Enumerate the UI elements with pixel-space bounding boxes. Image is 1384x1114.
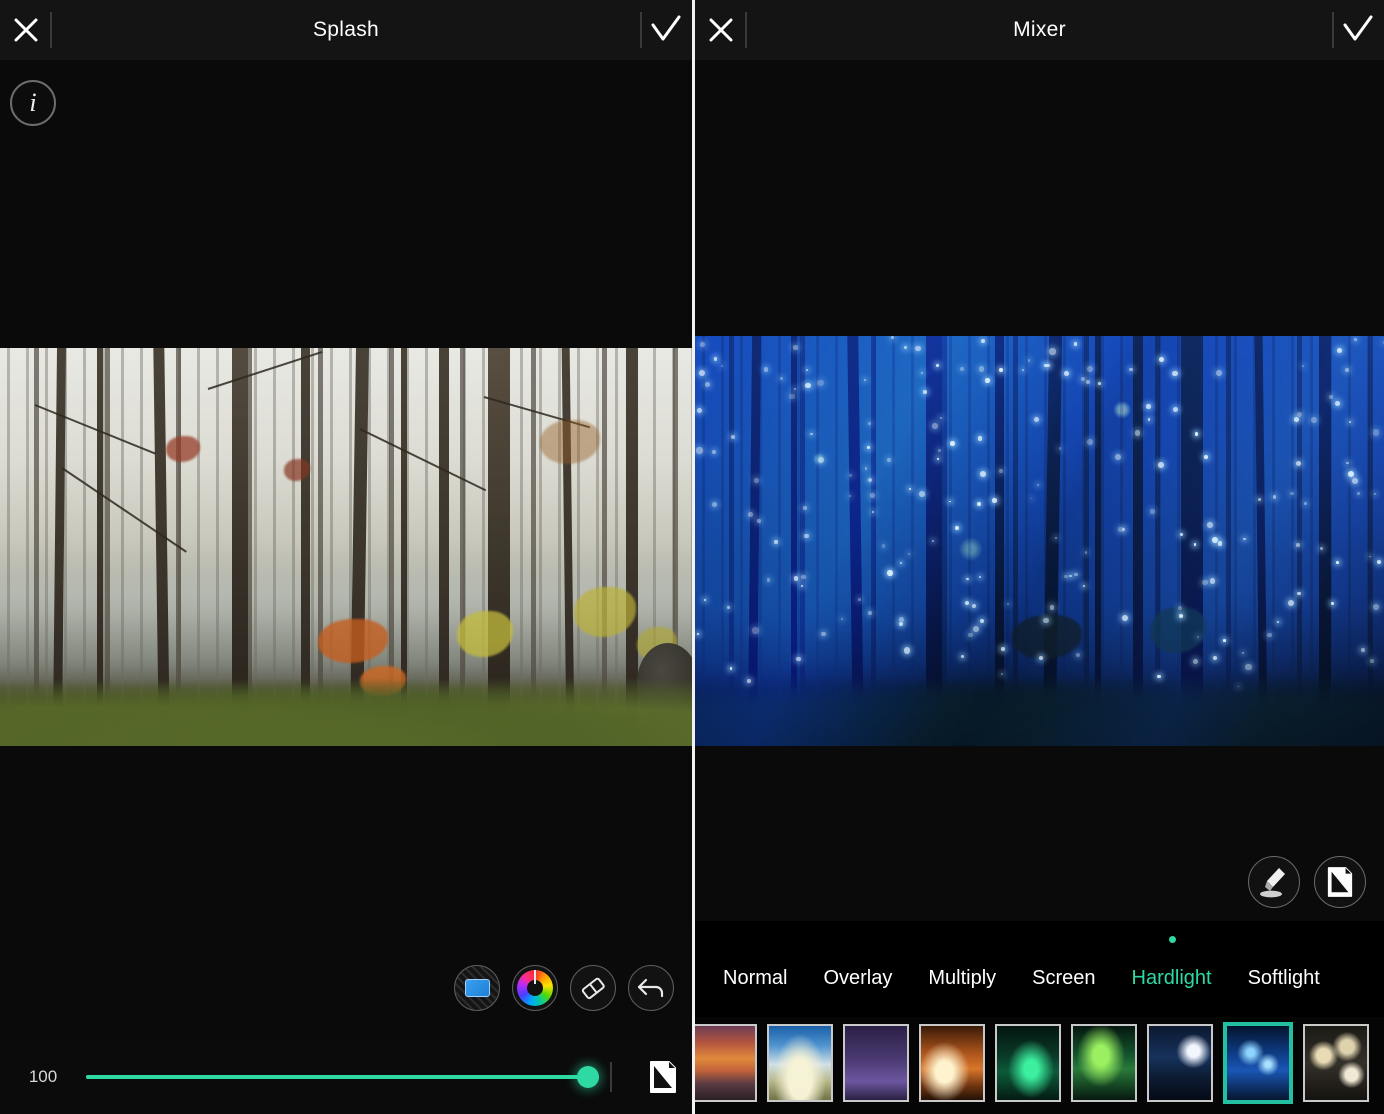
- blend-mode-screen[interactable]: Screen: [1014, 967, 1113, 990]
- mask-button[interactable]: [634, 1060, 692, 1094]
- thumb-aurora-yellow[interactable]: [1071, 1023, 1137, 1102]
- check-icon: [1343, 15, 1373, 41]
- splash-title: Splash: [312, 18, 379, 41]
- blend-mode-hardlight[interactable]: Hardlight: [1114, 967, 1230, 990]
- color-wheel-tool[interactable]: [512, 965, 558, 1011]
- thumb-moon-night[interactable]: [1147, 1023, 1213, 1102]
- thumb-bokeh-lights[interactable]: [1303, 1023, 1369, 1102]
- mixer-panel: Mixer Normal Overlay Multiply Screen Har…: [692, 0, 1384, 1114]
- grass-foreground: [0, 678, 692, 746]
- thumb-lightning-purple[interactable]: [843, 1023, 909, 1102]
- brush-icon: [1260, 868, 1285, 898]
- splash-tool-row: [454, 965, 674, 1011]
- blend-mode-bar: Normal Overlay Multiply Screen Hardlight Soft…: [695, 921, 1384, 1017]
- info-button[interactable]: i: [10, 80, 56, 126]
- splash-canvas[interactable]: [0, 348, 692, 746]
- mask-button[interactable]: [1314, 856, 1366, 908]
- info-icon: i: [29, 88, 37, 117]
- active-blend-indicator: [1168, 936, 1176, 943]
- brush-button[interactable]: [1248, 856, 1300, 908]
- splash-swatch-tool[interactable]: [454, 965, 500, 1011]
- blend-mode-overlay[interactable]: Overlay: [805, 967, 910, 990]
- mixer-confirm-button[interactable]: [1332, 0, 1384, 60]
- dual-screenshot: Splash i 100 Mixer Normal Overlay Multip…: [0, 0, 1384, 1114]
- divider: [610, 1062, 612, 1092]
- mixer-close-button[interactable]: [695, 0, 747, 60]
- blend-mode-multiply[interactable]: Multiply: [910, 967, 1014, 990]
- thumb-blue-sparkle[interactable]: [1223, 1021, 1293, 1104]
- thumbnail-image: [1227, 1025, 1289, 1100]
- thumb-lightning-orange[interactable]: [919, 1023, 985, 1102]
- thumbnail-image: [1149, 1025, 1211, 1100]
- blend-mode-normal[interactable]: Normal: [705, 967, 805, 990]
- forest-photo-original: [0, 348, 692, 746]
- thumbnail-image: [769, 1025, 831, 1100]
- undo-arrow-icon: [637, 978, 664, 998]
- blue-swatch-icon: [464, 979, 490, 997]
- thumb-clouds[interactable]: [767, 1023, 833, 1102]
- slider-fill: [86, 1075, 588, 1079]
- splash-slider-value: 100: [28, 1067, 58, 1086]
- close-x-icon: [14, 18, 38, 42]
- color-wheel-icon: [517, 970, 553, 1006]
- thumbnail-image: [1305, 1025, 1367, 1100]
- overlay-thumbnail-strip[interactable]: [695, 1017, 1384, 1114]
- thumbnail-image: [845, 1025, 907, 1100]
- mask-page-icon: [1327, 867, 1353, 897]
- mask-page-icon: [650, 1061, 676, 1093]
- check-icon: [651, 15, 681, 41]
- thumb-aurora-green[interactable]: [995, 1023, 1061, 1102]
- blend-mode-list: Normal Overlay Multiply Screen Hardlight Soft…: [695, 967, 1384, 990]
- eraser-tool[interactable]: [570, 965, 616, 1011]
- close-x-icon: [709, 18, 733, 42]
- forest-photo-blended: [695, 336, 1384, 746]
- thumbnail-image: [1073, 1025, 1135, 1100]
- splash-topbar: Splash: [0, 0, 692, 60]
- mixer-canvas[interactable]: [695, 336, 1384, 746]
- mixer-topbar: Mixer: [695, 0, 1384, 60]
- splash-bottom-bar: 100: [0, 1040, 692, 1114]
- thumbnail-image: [997, 1025, 1059, 1100]
- mixer-title: Mixer: [1013, 18, 1066, 41]
- slider-knob[interactable]: [577, 1066, 599, 1088]
- mixer-button-row: [1248, 856, 1366, 908]
- undo-tool[interactable]: [628, 965, 674, 1011]
- splash-close-button[interactable]: [0, 0, 52, 60]
- thumbnail-image: [695, 1025, 755, 1100]
- splash-opacity-slider[interactable]: [86, 1062, 599, 1092]
- thumb-sunset[interactable]: [695, 1023, 757, 1102]
- eraser-icon: [581, 977, 605, 1000]
- blue-tint: [695, 336, 1384, 746]
- splash-confirm-button[interactable]: [640, 0, 692, 60]
- thumbnail-image: [921, 1025, 983, 1100]
- splash-panel: Splash i 100: [0, 0, 692, 1114]
- blend-mode-softlight[interactable]: Softlight: [1230, 967, 1338, 990]
